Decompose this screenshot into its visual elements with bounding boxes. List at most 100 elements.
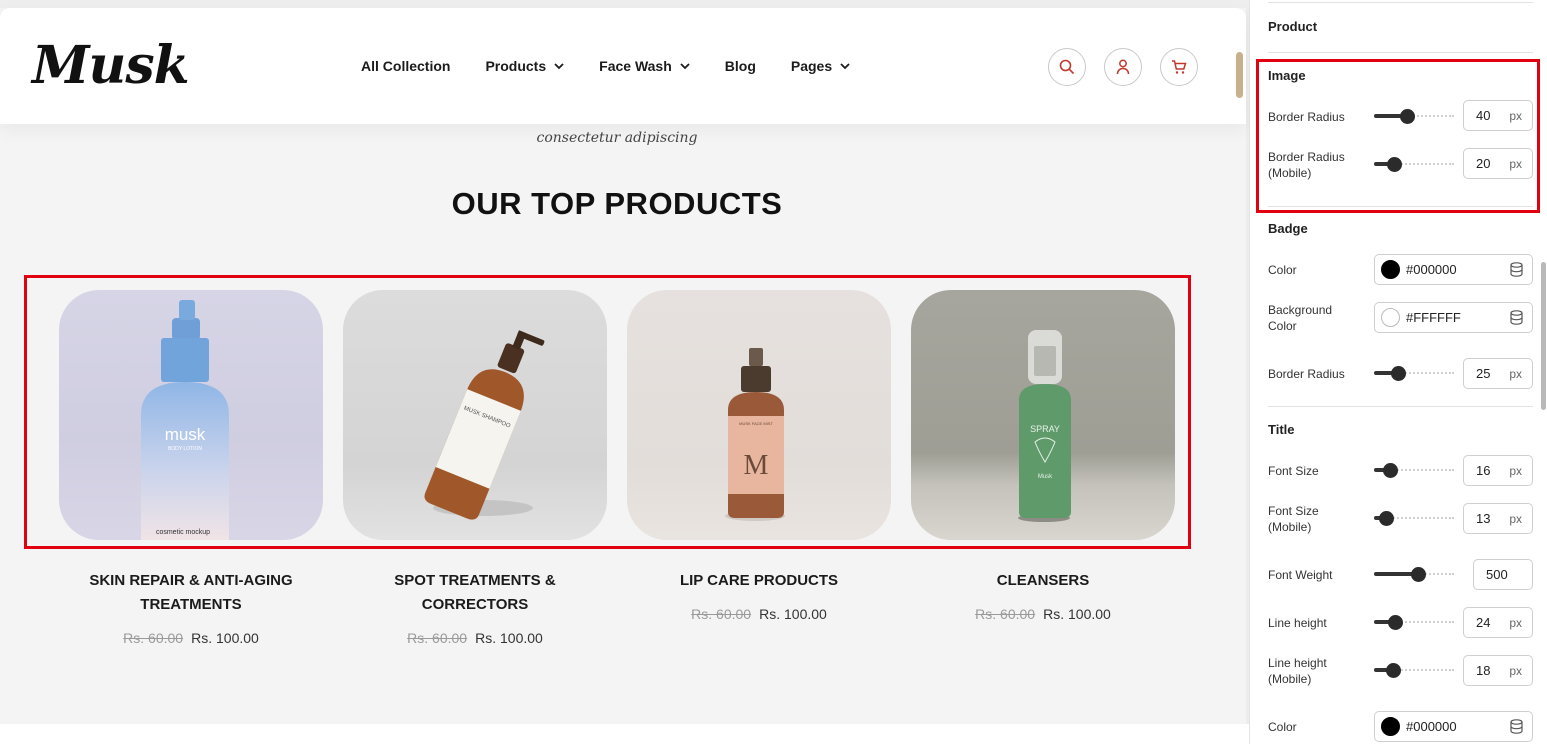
title-line-height-slider[interactable] <box>1374 615 1454 630</box>
badge-border-radius-input[interactable]: 25 px <box>1463 358 1533 389</box>
color-value: #000000 <box>1406 719 1457 734</box>
product-heading: Product <box>1268 19 1318 34</box>
search-button[interactable] <box>1048 48 1086 86</box>
label-line: Background <box>1268 303 1333 317</box>
title-color-picker[interactable]: #000000 <box>1374 711 1533 742</box>
nav-products[interactable]: Products <box>485 56 564 76</box>
title-font-size-input[interactable]: 16 px <box>1463 455 1533 486</box>
badge-border-radius-slider[interactable] <box>1374 366 1454 381</box>
title-font-size-mobile-slider[interactable] <box>1374 511 1454 526</box>
product-title[interactable]: SKIN REPAIR & ANTI-AGING TREATMENTS <box>59 569 323 617</box>
nav-label: Products <box>485 58 547 74</box>
color-swatch[interactable] <box>1381 260 1400 279</box>
unit-label: px <box>1509 366 1522 381</box>
badge-color-picker[interactable]: #000000 <box>1374 254 1533 285</box>
divider <box>1268 2 1533 3</box>
product-bottle-image: musk BODY LOTION cosmetic mockup <box>141 300 229 540</box>
title-line-height-mobile-input[interactable]: 18 px <box>1463 655 1533 686</box>
preview-bottom-strip <box>0 724 1249 744</box>
product-title-line: SPOT TREATMENTS & <box>394 572 556 589</box>
title-heading: Title <box>1268 422 1295 437</box>
input-value: 500 <box>1486 567 1508 582</box>
product-title[interactable]: LIP CARE PRODUCTS <box>627 569 891 593</box>
product-image[interactable]: MUSK SHAMPOO <box>343 290 607 540</box>
search-icon <box>1059 59 1075 75</box>
site-logo[interactable]: Musk <box>32 36 190 96</box>
product-title[interactable]: CLEANSERS <box>911 569 1175 593</box>
title-line-height-mobile-slider[interactable] <box>1374 663 1454 678</box>
product-price: Rs. 60.00 Rs. 100.00 <box>627 604 891 624</box>
unit-label: px <box>1509 663 1522 678</box>
title-color-label: Color <box>1268 720 1297 734</box>
bottle-brand-text: SPRAY <box>1030 424 1060 434</box>
preview-scrollbar[interactable] <box>1236 52 1243 98</box>
input-value: 24 <box>1476 615 1491 630</box>
input-value: 18 <box>1476 663 1491 678</box>
database-icon[interactable] <box>1510 310 1523 325</box>
product-title[interactable]: SPOT TREATMENTS & CORRECTORS <box>343 569 607 617</box>
slider-handle[interactable] <box>1379 511 1395 526</box>
badge-border-radius-label: Border Radius <box>1268 367 1345 381</box>
divider <box>1268 406 1533 407</box>
unit-label: px <box>1509 615 1522 630</box>
chevron-down-icon <box>554 62 564 69</box>
account-button[interactable] <box>1104 48 1142 86</box>
product-image[interactable]: SPRAY Musk <box>911 290 1175 540</box>
slider-handle[interactable] <box>1411 567 1427 582</box>
nav-label: Face Wash <box>599 58 672 74</box>
product-title-line: SKIN REPAIR & ANTI-AGING <box>89 572 293 589</box>
product-price: Rs. 60.00 Rs. 100.00 <box>343 628 607 648</box>
unit-label: px <box>1509 463 1522 478</box>
main-nav: All Collection Products Face Wash Blog P… <box>361 56 885 76</box>
label-line: (Mobile) <box>1268 672 1312 686</box>
slider-handle[interactable] <box>1388 615 1404 630</box>
product-image[interactable]: musk BODY LOTION cosmetic mockup <box>59 290 323 540</box>
title-font-size-mobile-input[interactable]: 13 px <box>1463 503 1533 534</box>
product-bottle-image: MUSK FACE MIST M <box>725 348 785 521</box>
section-title: OUR TOP PRODUCTS <box>451 186 783 221</box>
old-price: Rs. 60.00 <box>123 630 184 646</box>
new-price: Rs. 100.00 <box>475 630 543 646</box>
bottle-brand-text: M <box>744 450 769 481</box>
preview-top-strip <box>0 0 1249 8</box>
old-price: Rs. 60.00 <box>407 630 468 646</box>
title-font-weight-label: Font Weight <box>1268 568 1333 582</box>
title-font-size-slider[interactable] <box>1374 463 1454 478</box>
badge-bg-color-picker[interactable]: #FFFFFF <box>1374 302 1533 333</box>
slider-handle[interactable] <box>1382 463 1398 478</box>
database-icon[interactable] <box>1510 719 1523 734</box>
nav-all-collection[interactable]: All Collection <box>361 56 450 76</box>
slider-handle[interactable] <box>1390 366 1406 381</box>
nav-blog[interactable]: Blog <box>725 56 756 76</box>
panel-scrollbar[interactable] <box>1541 262 1546 410</box>
database-icon[interactable] <box>1510 262 1523 277</box>
color-swatch[interactable] <box>1381 717 1400 736</box>
product-image[interactable]: MUSK FACE MIST M <box>627 290 891 540</box>
label-line: (Mobile) <box>1268 520 1312 534</box>
title-font-size-label: Font Size <box>1268 464 1319 478</box>
input-value: 25 <box>1476 366 1491 381</box>
title-line-height-label: Line height <box>1268 616 1327 630</box>
nav-pages[interactable]: Pages <box>791 56 850 76</box>
color-swatch[interactable] <box>1381 308 1400 327</box>
cart-button[interactable] <box>1160 48 1198 86</box>
label-line: Line height <box>1268 656 1327 670</box>
chevron-down-icon <box>680 62 690 69</box>
new-price: Rs. 100.00 <box>191 630 259 646</box>
input-value: 13 <box>1476 511 1491 526</box>
bottle-sub-text: Musk <box>1038 474 1053 480</box>
title-font-weight-slider[interactable] <box>1374 567 1454 582</box>
slider-handle[interactable] <box>1385 663 1401 678</box>
product-price: Rs. 60.00 Rs. 100.00 <box>59 628 323 648</box>
product-title-line: LIP CARE PRODUCTS <box>679 572 839 589</box>
product-bottle-image: MUSK SHAMPOO <box>424 330 545 520</box>
product-title-line: TREATMENTS <box>140 596 242 613</box>
nav-label: Blog <box>724 58 756 74</box>
nav-face-wash[interactable]: Face Wash <box>599 56 690 76</box>
label-line: Color <box>1268 319 1297 333</box>
title-font-weight-input[interactable]: 500 <box>1473 559 1533 590</box>
title-line-height-input[interactable]: 24 px <box>1463 607 1533 638</box>
product-bottle-image: SPRAY Musk <box>1018 330 1071 522</box>
bottle-brand-text: musk <box>165 425 206 444</box>
product-title-line: CLEANSERS <box>996 572 1090 589</box>
